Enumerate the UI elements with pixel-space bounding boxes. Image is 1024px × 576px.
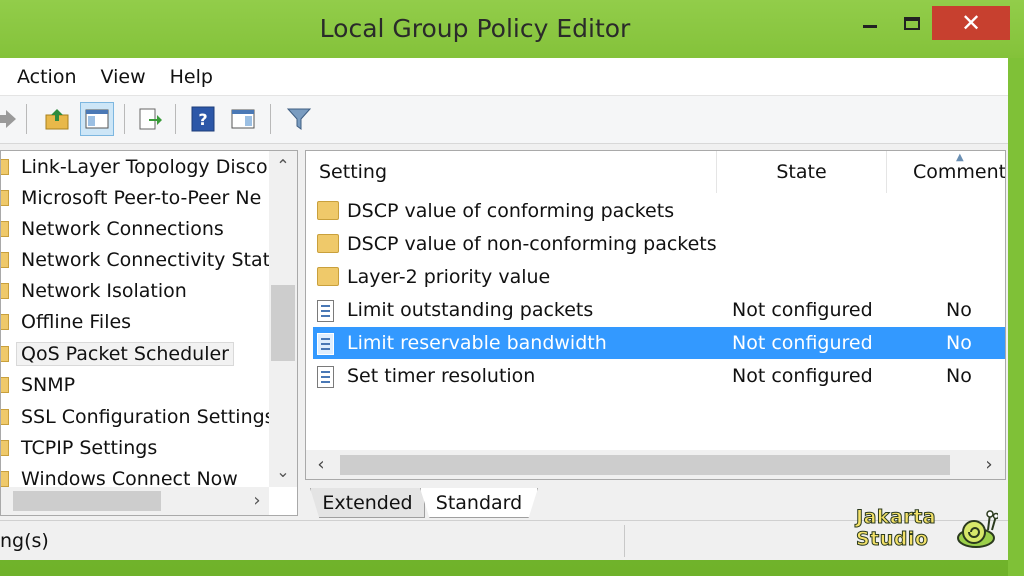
scrollbar-thumb[interactable] [340,455,950,475]
column-header-comment[interactable]: Comment [887,151,1005,193]
toolbar-separator [175,104,176,134]
list-row[interactable]: DSCP value of non-conforming packets [306,228,1005,260]
forward-arrow-icon [0,110,16,128]
folder-icon [1,314,9,330]
tree-vertical-scrollbar[interactable]: ⌃ ⌄ [269,151,297,487]
menu-help[interactable]: Help [158,66,225,88]
folder-icon [317,267,339,286]
up-one-level-button[interactable] [40,102,74,136]
tree-item[interactable]: Network Connections [1,214,269,244]
help-button[interactable]: ? [186,102,220,136]
window-title: Local Group Policy Editor [319,14,631,43]
folder-icon [1,409,9,425]
minimize-icon [863,24,877,28]
tree-item[interactable]: Offline Files [1,307,269,337]
maximize-icon [904,16,920,30]
maximize-button[interactable] [892,6,932,40]
policy-setting-icon [317,333,334,355]
list-row[interactable]: Layer-2 priority value [306,261,1005,293]
list-horizontal-scrollbar[interactable]: ‹ › [305,450,1006,480]
minimize-button[interactable] [848,6,892,40]
show-hide-action-pane-button[interactable] [226,102,260,136]
list-row[interactable]: DSCP value of conforming packets [306,195,1005,227]
tree-item[interactable]: Network Connectivity Stat [1,245,269,275]
svg-text:?: ? [198,110,207,129]
show-hide-tree-button[interactable] [80,102,114,136]
scrollbar-thumb[interactable] [13,491,161,511]
export-list-button[interactable] [133,102,167,136]
policy-setting-icon [317,366,334,388]
tree-item[interactable]: Network Isolation [1,276,269,306]
tree-pane: Link-Layer Topology Disco Microsoft Peer… [0,150,298,516]
folder-icon [1,252,9,268]
snail-mascot-icon [957,510,998,548]
filter-button[interactable] [282,102,316,136]
list-row-selected[interactable]: Limit reservable bandwidth Not configure… [313,327,1005,359]
folder-icon [1,283,9,299]
folder-icon [1,159,9,175]
scroll-up-icon[interactable]: ⌃ [269,153,297,179]
watermark-line2: Studio [855,528,929,551]
tree-item[interactable]: SNMP [1,370,269,400]
show-hide-tree-icon [85,109,109,129]
up-folder-icon [45,109,69,130]
show-hide-action-pane-icon [231,109,255,129]
scroll-left-icon[interactable]: ‹ [308,450,334,480]
menu-action[interactable]: Action [0,66,89,88]
folder-icon [1,346,9,362]
toolbar-separator [124,104,125,134]
tab-standard[interactable]: Standard [420,488,538,518]
tree-item[interactable]: SSL Configuration Settings [1,402,269,432]
menu-view[interactable]: View [89,66,158,88]
scrollbar-thumb[interactable] [271,285,295,361]
status-text: ng(s) [0,530,49,552]
forward-button[interactable] [0,102,22,136]
list-row[interactable]: Limit outstanding packets Not configured… [306,294,1005,326]
close-button[interactable]: ✕ [932,6,1010,40]
watermark-logo: Jakarta Studio [852,504,1002,556]
settings-list: Setting State Comment ▲ DSCP value of co… [305,150,1006,480]
tree-item-selected[interactable]: QoS Packet Scheduler [1,339,269,369]
tree-item[interactable]: Microsoft Peer-to-Peer Ne [1,183,269,213]
watermark-line1: Jakarta [855,506,937,529]
content-area: Link-Layer Topology Disco Microsoft Peer… [0,144,1008,520]
scroll-down-icon[interactable]: ⌄ [269,459,297,485]
window-frame-right [1008,58,1024,576]
scroll-right-icon[interactable]: › [976,450,1002,480]
folder-icon [1,471,9,487]
folder-icon [1,190,9,206]
menu-bar: Action View Help [0,58,1008,96]
tree-item[interactable]: Link-Layer Topology Disco [1,152,269,182]
title-bar: Local Group Policy Editor ✕ [0,0,1024,58]
toolbar-separator [26,104,27,134]
folder-icon [1,440,9,456]
help-icon: ? [191,106,215,132]
filter-icon [286,108,312,130]
folder-icon [317,201,339,220]
policy-setting-icon [317,300,334,322]
toolbar: ? [0,96,1008,144]
folder-icon [1,221,9,237]
tree-item[interactable]: TCPIP Settings [1,433,269,463]
folder-icon [317,234,339,253]
sort-caret-icon: ▲ [956,152,964,163]
column-header-state[interactable]: State [717,151,887,193]
export-list-icon [139,108,162,130]
tab-extended[interactable]: Extended [310,488,425,518]
tree-horizontal-scrollbar[interactable]: › [1,487,269,515]
folder-icon [1,377,9,393]
toolbar-separator [270,104,271,134]
status-divider [624,525,625,557]
scroll-right-icon[interactable]: › [245,487,269,515]
list-row[interactable]: Set timer resolution Not configured No [306,360,1005,392]
close-icon: ✕ [960,9,982,37]
column-header-setting[interactable]: Setting [306,151,717,193]
